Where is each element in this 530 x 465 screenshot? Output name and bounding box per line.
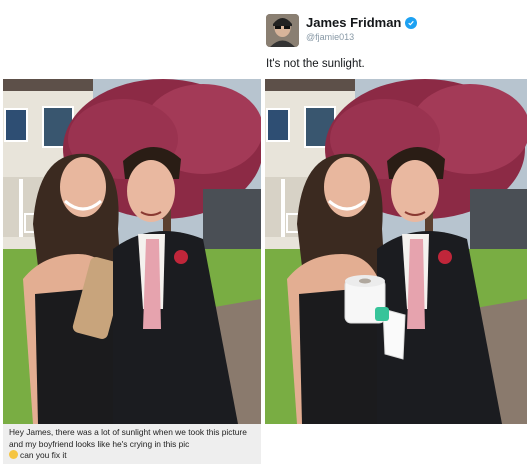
original-photo[interactable] [3,79,261,424]
crying-laughing-emoji-icon [9,450,18,459]
tweet-text: It's not the sunlight. [266,58,365,70]
author-name[interactable]: James Fridman [306,15,401,30]
author-name-row: James Fridman [306,15,418,30]
caption-text: Hey James, there was a lot of sunlight w… [9,427,247,449]
caption-text-end: can you fix it [20,450,67,460]
request-caption: Hey James, there was a lot of sunlight w… [3,424,261,464]
author-avatar[interactable] [266,14,299,47]
verified-badge-icon [405,16,418,29]
author-handle[interactable]: @fjamie013 [306,32,354,42]
edited-photo[interactable] [265,79,527,424]
